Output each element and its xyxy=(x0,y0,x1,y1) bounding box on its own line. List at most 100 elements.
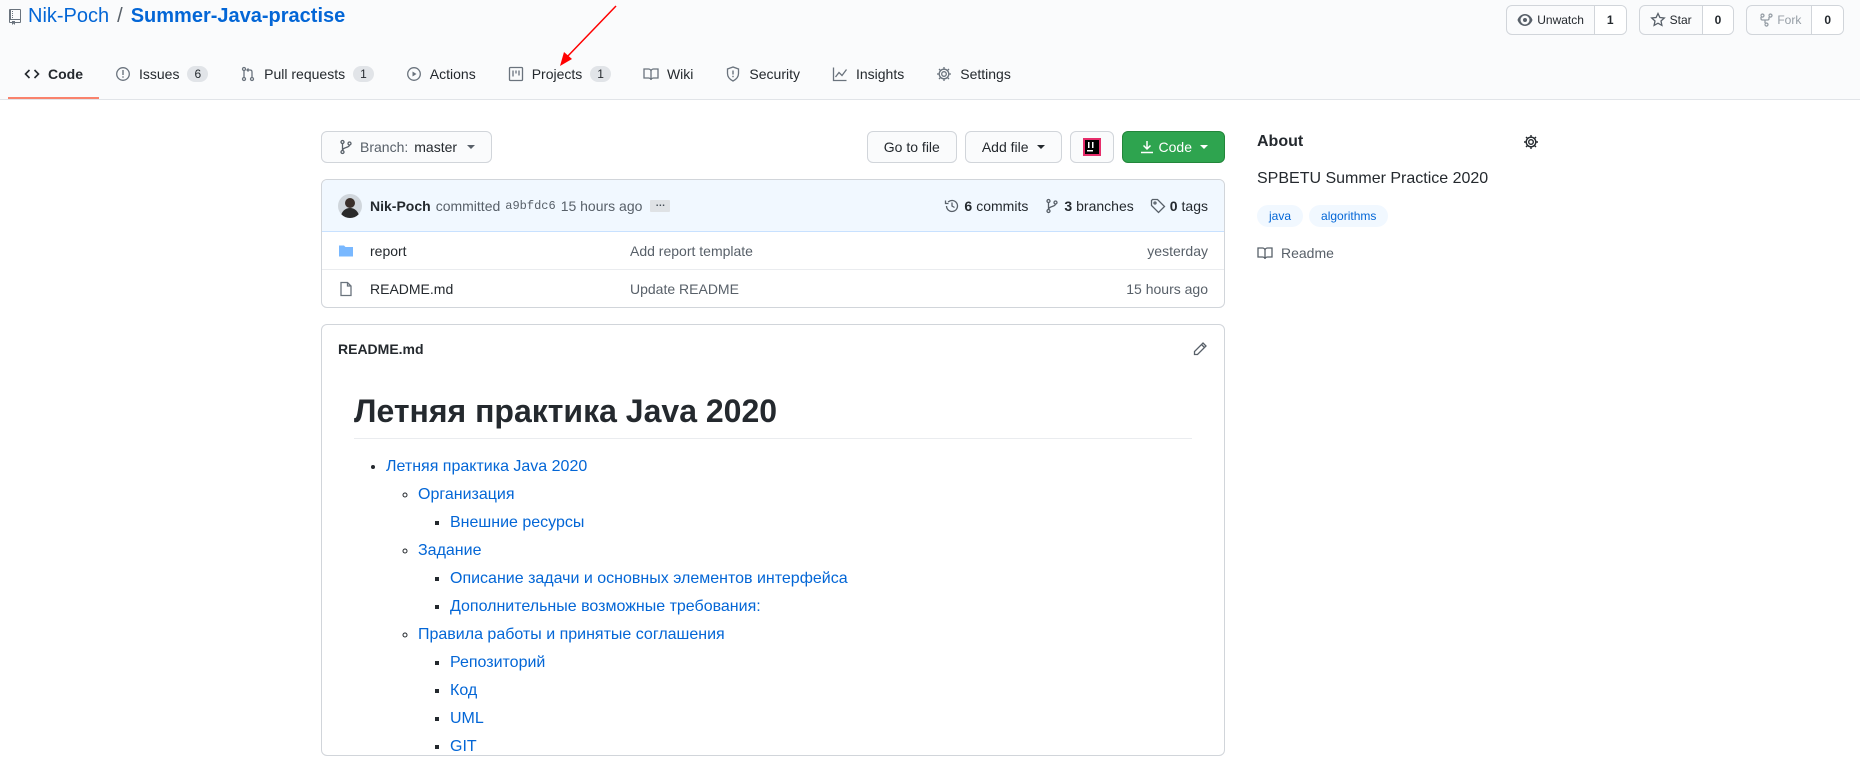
file-name-link[interactable]: README.md xyxy=(370,281,630,297)
file-row[interactable]: report Add report template yesterday xyxy=(322,232,1224,270)
toc-link[interactable]: Задание xyxy=(418,542,481,559)
gear-icon xyxy=(936,66,952,82)
tags-label: tags xyxy=(1181,197,1208,214)
tab-security[interactable]: Security xyxy=(709,50,816,98)
graph-icon xyxy=(832,66,848,82)
issue-icon xyxy=(115,66,131,82)
table-of-contents: Летняя практика Java 2020 Организация Вн… xyxy=(354,455,1192,755)
commit-verb: committed xyxy=(435,197,501,214)
tab-code[interactable]: Code xyxy=(8,50,99,99)
toc-link[interactable]: Код xyxy=(450,682,477,699)
avatar[interactable] xyxy=(338,193,362,218)
toc-link[interactable]: Описание задачи и основных элементов инт… xyxy=(450,570,848,587)
tab-settings[interactable]: Settings xyxy=(920,50,1027,98)
commits-count: 6 xyxy=(964,197,973,214)
readme-filename: README.md xyxy=(338,341,424,357)
unwatch-button[interactable]: Unwatch xyxy=(1507,6,1595,34)
commit-age: 15 hours ago xyxy=(560,197,643,214)
toc-link[interactable]: GIT xyxy=(450,738,477,755)
star-button[interactable]: Star xyxy=(1640,6,1703,34)
fork-button[interactable]: Fork xyxy=(1747,6,1813,34)
eye-icon xyxy=(1517,12,1533,28)
list-item: Внешние ресурсы xyxy=(450,511,1192,535)
toc-link[interactable]: UML xyxy=(450,710,484,727)
download-icon xyxy=(1139,139,1155,155)
file-age: yesterday xyxy=(1147,242,1208,259)
pull-request-icon xyxy=(240,66,256,82)
book-icon xyxy=(1257,245,1273,261)
issues-counter: 6 xyxy=(187,66,209,82)
star-button-group: Star 0 xyxy=(1638,5,1735,35)
watchers-count[interactable]: 1 xyxy=(1594,6,1626,34)
commit-sha-link[interactable]: a9bfdc6 xyxy=(505,199,555,213)
tab-issues[interactable]: Issues 6 xyxy=(99,50,224,98)
toc-link[interactable]: Летняя практика Java 2020 xyxy=(386,458,587,475)
readme-content: Летняя практика Java 2020 Летняя практик… xyxy=(322,393,1224,755)
toc-link[interactable]: Дополнительные возможные требования: xyxy=(450,598,761,615)
pencil-icon[interactable] xyxy=(1192,341,1208,357)
add-file-button[interactable]: Add file xyxy=(964,131,1062,163)
code-download-button[interactable]: Code xyxy=(1121,131,1225,163)
file-icon xyxy=(338,281,354,297)
file-commit-message[interactable]: Update README xyxy=(630,281,1126,297)
toc-link[interactable]: Внешние ресурсы xyxy=(450,514,584,531)
gear-icon[interactable] xyxy=(1523,134,1539,150)
commits-label: commits xyxy=(976,197,1029,214)
repo-actions: Unwatch 1 Star 0 Fork 0 xyxy=(1506,5,1844,35)
file-commit-message[interactable]: Add report template xyxy=(630,243,1147,259)
topic-tag[interactable]: algorithms xyxy=(1309,205,1389,227)
folder-icon xyxy=(338,243,354,259)
fork-label: Fork xyxy=(1777,13,1802,27)
annotation-arrow xyxy=(560,5,617,66)
list-item: Задание Описание задачи и основных элеме… xyxy=(418,539,1192,619)
branch-select-button[interactable]: Branch: master xyxy=(321,131,493,163)
readme-panel: README.md Летняя практика Java 2020 Летн… xyxy=(321,324,1225,756)
jetbrains-icon xyxy=(1082,138,1101,156)
file-nav-buttons: Go to file Add file Code xyxy=(866,131,1225,163)
readme-header: README.md xyxy=(322,325,1224,373)
stars-count[interactable]: 0 xyxy=(1702,6,1734,34)
list-item: Описание задачи и основных элементов инт… xyxy=(450,567,1192,591)
toc-link[interactable]: Репозиторий xyxy=(450,654,545,671)
play-icon xyxy=(406,66,422,82)
tab-label: Security xyxy=(749,66,800,82)
star-icon xyxy=(1649,12,1666,28)
branch-prefix: Branch: xyxy=(360,139,409,155)
tab-wiki[interactable]: Wiki xyxy=(627,50,709,98)
repo-name-link[interactable]: Summer-Java-practise xyxy=(131,5,346,28)
code-button-label: Code xyxy=(1158,139,1192,155)
branches-link[interactable]: 3 branches xyxy=(1044,197,1134,214)
repo-description: SPBETU Summer Practice 2020 xyxy=(1257,170,1489,187)
toc-link[interactable]: Организация xyxy=(418,486,515,503)
commit-message-expander[interactable]: … xyxy=(650,198,671,212)
repo-owner-link[interactable]: Nik-Poch xyxy=(28,5,109,28)
go-to-file-button[interactable]: Go to file xyxy=(866,131,957,163)
chevron-down-icon xyxy=(1036,145,1045,149)
repo-separator: / xyxy=(117,5,123,27)
branch-icon xyxy=(338,139,354,155)
tags-link[interactable]: 0 tags xyxy=(1150,198,1208,214)
commit-author-link[interactable]: Nik-Poch xyxy=(370,198,431,214)
readme-heading: Летняя практика Java 2020 xyxy=(354,393,1192,439)
branches-count: 3 xyxy=(1064,197,1073,214)
readme-link[interactable]: Readme xyxy=(1257,245,1539,261)
file-row[interactable]: README.md Update README 15 hours ago xyxy=(322,270,1224,307)
branches-label: branches xyxy=(1076,197,1134,214)
list-item: Дополнительные возможные требования: xyxy=(450,595,1192,619)
tab-pull-requests[interactable]: Pull requests 1 xyxy=(224,50,390,98)
ide-open-button[interactable] xyxy=(1069,131,1114,163)
star-label: Star xyxy=(1669,13,1692,27)
main-column: Branch: master Go to file Add file Code … xyxy=(321,131,1225,756)
commits-link[interactable]: 6 commits xyxy=(944,198,1028,214)
topic-tag[interactable]: java xyxy=(1257,205,1304,227)
file-navigation: Branch: master Go to file Add file Code xyxy=(321,131,1225,163)
book-icon xyxy=(643,66,659,82)
repo-title: Nik-Poch / Summer-Java-practise xyxy=(8,5,345,28)
forks-count[interactable]: 0 xyxy=(1812,6,1843,34)
file-name-link[interactable]: report xyxy=(370,243,630,259)
toc-link[interactable]: Правила работы и принятые соглашения xyxy=(418,626,725,643)
tab-label: Wiki xyxy=(666,66,694,82)
tab-actions[interactable]: Actions xyxy=(390,50,492,98)
file-listing: Nik-Poch committed a9bfdc6 15 hours ago … xyxy=(321,179,1225,308)
tab-insights[interactable]: Insights xyxy=(816,50,920,98)
